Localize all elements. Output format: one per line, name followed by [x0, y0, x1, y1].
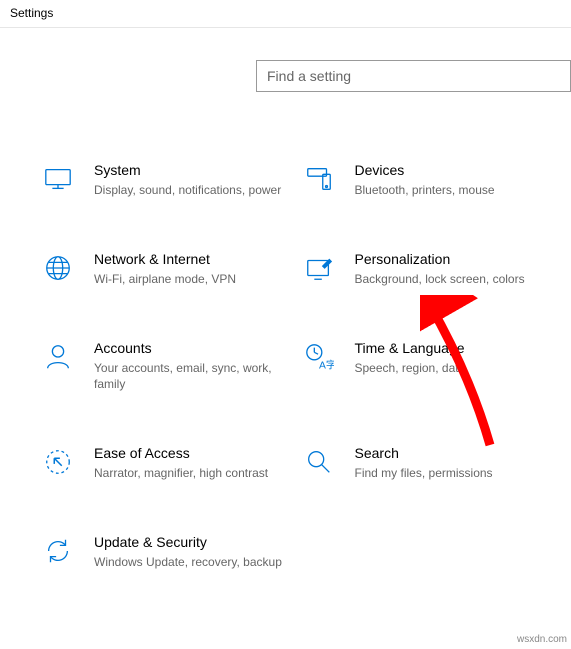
globe-icon [40, 251, 76, 283]
time-language-icon: A字 [301, 340, 337, 372]
tile-system[interactable]: System Display, sound, notifications, po… [40, 162, 301, 199]
tile-search[interactable]: Search Find my files, permissions [301, 445, 562, 482]
update-icon [40, 534, 76, 566]
tile-desc: Wi-Fi, airplane mode, VPN [94, 271, 291, 288]
tile-title: Accounts [94, 340, 291, 356]
tile-title: Network & Internet [94, 251, 291, 267]
tile-title: System [94, 162, 291, 178]
tile-title: Ease of Access [94, 445, 291, 461]
settings-grid: System Display, sound, notifications, po… [0, 92, 571, 571]
tile-title: Search [355, 445, 552, 461]
personalization-icon [301, 251, 337, 283]
tile-ease-of-access[interactable]: Ease of Access Narrator, magnifier, high… [40, 445, 301, 482]
tile-personalization[interactable]: Personalization Background, lock screen,… [301, 251, 562, 288]
tile-network[interactable]: Network & Internet Wi-Fi, airplane mode,… [40, 251, 301, 288]
watermark: wsxdn.com [517, 634, 567, 645]
ease-of-access-icon [40, 445, 76, 477]
tile-desc: Windows Update, recovery, backup [94, 554, 291, 571]
svg-text:A字: A字 [319, 358, 334, 371]
tile-devices[interactable]: Devices Bluetooth, printers, mouse [301, 162, 562, 199]
search-icon [301, 445, 337, 477]
tile-update-security[interactable]: Update & Security Windows Update, recove… [40, 534, 301, 571]
tile-title: Time & Language [355, 340, 552, 356]
system-icon [40, 162, 76, 194]
window-title-bar: Settings [0, 0, 571, 28]
person-icon [40, 340, 76, 372]
search-input[interactable] [256, 60, 571, 92]
tile-desc: Find my files, permissions [355, 465, 552, 482]
tile-time-language[interactable]: A字 Time & Language Speech, region, date [301, 340, 562, 394]
tile-desc: Display, sound, notifications, power [94, 182, 291, 199]
tile-title: Personalization [355, 251, 552, 267]
search-container [0, 28, 571, 92]
tile-desc: Narrator, magnifier, high contrast [94, 465, 291, 482]
tile-desc: Speech, region, date [355, 360, 552, 377]
tile-title: Devices [355, 162, 552, 178]
devices-icon [301, 162, 337, 194]
tile-desc: Background, lock screen, colors [355, 271, 552, 288]
tile-title: Update & Security [94, 534, 291, 550]
tile-desc: Bluetooth, printers, mouse [355, 182, 552, 199]
window-title: Settings [10, 6, 53, 20]
tile-accounts[interactable]: Accounts Your accounts, email, sync, wor… [40, 340, 301, 394]
tile-desc: Your accounts, email, sync, work, family [94, 360, 291, 394]
